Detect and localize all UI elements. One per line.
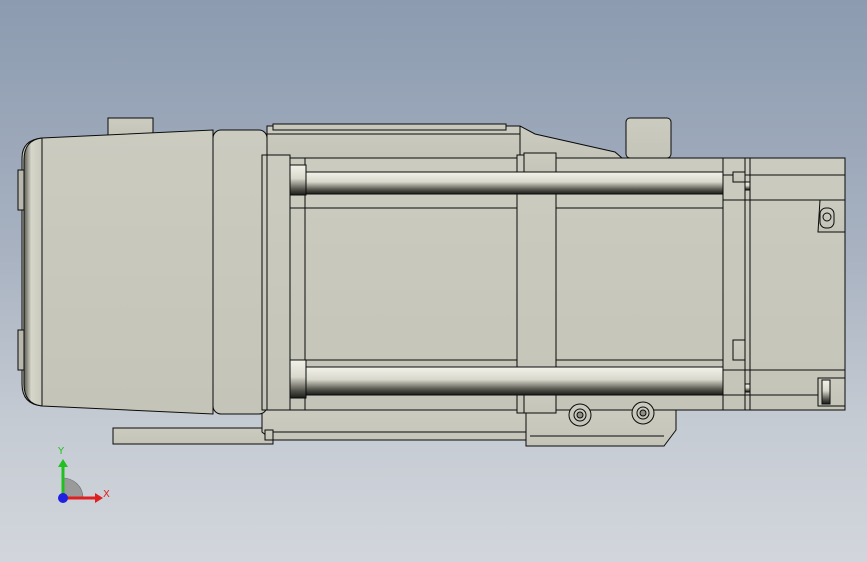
x-axis-arrowhead	[95, 493, 103, 503]
cad-viewport[interactable]: X Y	[0, 0, 867, 562]
axis-triad: X Y	[57, 446, 110, 503]
y-axis-label: Y	[57, 446, 65, 457]
y-axis-arrowhead	[58, 459, 68, 467]
z-axis-dot	[58, 493, 68, 503]
x-axis-label: X	[103, 489, 110, 500]
